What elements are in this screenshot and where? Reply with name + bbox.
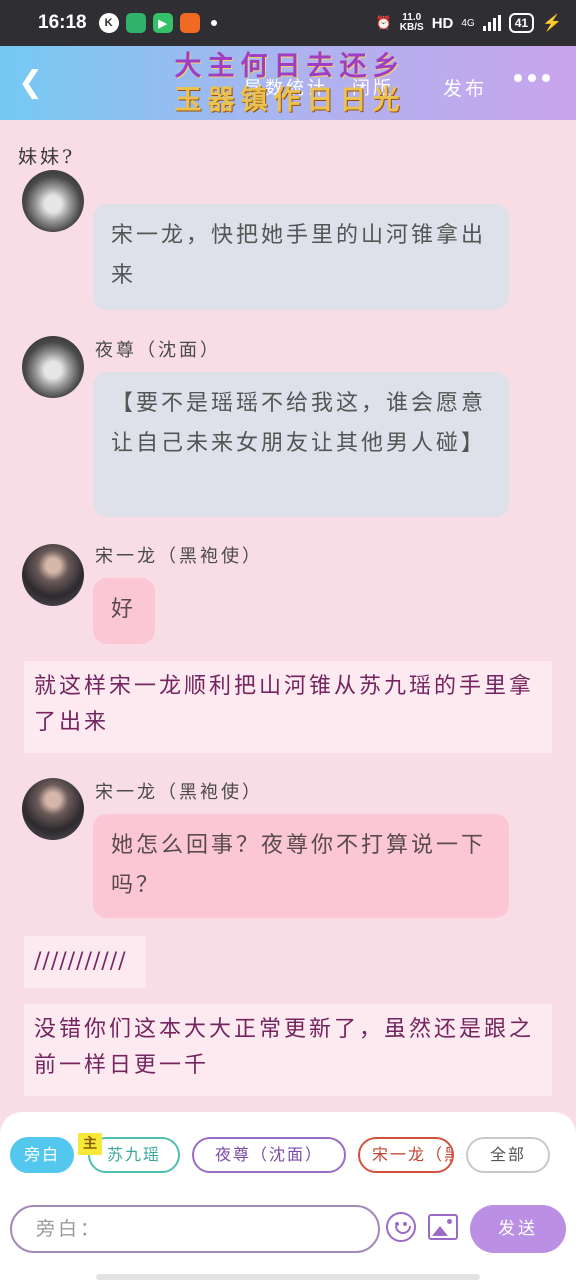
message-bubble: 【要不是瑶瑶不给我这，谁会愿意让自己未来女朋友让其他男人碰】 [93, 372, 509, 517]
battery-level: 41 [508, 13, 535, 33]
more-icon[interactable] [514, 74, 550, 82]
sender-name: 宋一龙（黑袍使） [95, 546, 263, 567]
speed-unit: KB/S [399, 22, 424, 33]
video-app-icon: ▶ [152, 13, 173, 33]
charging-icon: ⚡ [542, 15, 562, 32]
narration-block: 没错你们这本大大正常更新了，虽然还是跟之前一样日更一千 [24, 1004, 552, 1096]
message-bubble: 她怎么回事？夜尊你不打算说一下吗？ [93, 814, 509, 918]
avatar[interactable] [22, 336, 84, 398]
home-indicator[interactable] [96, 1274, 480, 1280]
message-bubble: 好 [93, 578, 155, 644]
title-line-1: 大主何日去还乡 [174, 51, 406, 82]
status-bar: 16:18 K ▶ ⏰ 11.0 KB/S HD 4G 41 ⚡ [0, 0, 576, 46]
avatar[interactable] [22, 778, 84, 840]
status-time: 16:18 [38, 12, 87, 33]
green-app-icon [125, 13, 146, 33]
message-input[interactable]: 旁白： [10, 1205, 380, 1253]
message-bubble: 宋一龙，快把她手里的山河锥拿出来 [93, 204, 509, 310]
previous-message-text: 妹妹? [18, 146, 76, 168]
role-chip-ye-zun[interactable]: 夜尊（沈面） [192, 1137, 346, 1173]
sender-name: 宋一龙（黑袍使） [95, 782, 263, 803]
emoji-icon[interactable] [386, 1212, 416, 1242]
sender-name: 夜尊（沈面） [95, 340, 221, 361]
role-chip-all[interactable]: 全部 [466, 1137, 550, 1173]
network-type: 4G [461, 17, 475, 29]
publish-button[interactable]: 发布 [443, 74, 487, 101]
hd-indicator: HD [431, 14, 454, 32]
main-role-badge: 主 [78, 1133, 102, 1155]
avatar[interactable] [22, 170, 84, 232]
orange-app-icon [179, 13, 200, 33]
app-header: ❮ 导数统计 闭版 大主何日去还乡 玉器镇作日日光 发布 [0, 46, 576, 120]
back-arrow-icon[interactable]: ❮ [18, 68, 43, 98]
role-chip-song-yilong[interactable]: 宋一龙（黑袍使） [358, 1137, 454, 1173]
title-line-2: 玉器镇作日日光 [174, 85, 406, 116]
narration-block: 就这样宋一龙顺利把山河锥从苏九瑶的手里拿了出来 [24, 661, 552, 753]
alarm-icon: ⏰ [375, 15, 392, 30]
network-speed: 11.0 KB/S [400, 13, 424, 33]
send-button[interactable]: 发送 [470, 1205, 566, 1253]
notification-dot-icon [210, 20, 217, 26]
signal-icon [482, 15, 501, 31]
role-chip-aside[interactable]: 旁白 [10, 1137, 74, 1173]
composer-panel: 旁白 苏九瑶 主 夜尊（沈面） 宋一龙（黑袍使） 全部 旁白： 发送 [0, 1112, 576, 1280]
narration-block: /////////// [24, 936, 146, 988]
title-overlay: 大主何日去还乡 玉器镇作日日光 [155, 50, 425, 118]
avatar[interactable] [22, 544, 84, 606]
status-right: ⏰ 11.0 KB/S HD 4G 41 ⚡ [376, 13, 562, 33]
k-app-icon: K [98, 13, 119, 33]
image-icon[interactable] [428, 1214, 458, 1240]
chat-area[interactable]: 妹妹? 宋一龙，快把她手里的山河锥拿出来 夜尊（沈面） 【要不是瑶瑶不给我这，谁… [0, 120, 576, 1110]
